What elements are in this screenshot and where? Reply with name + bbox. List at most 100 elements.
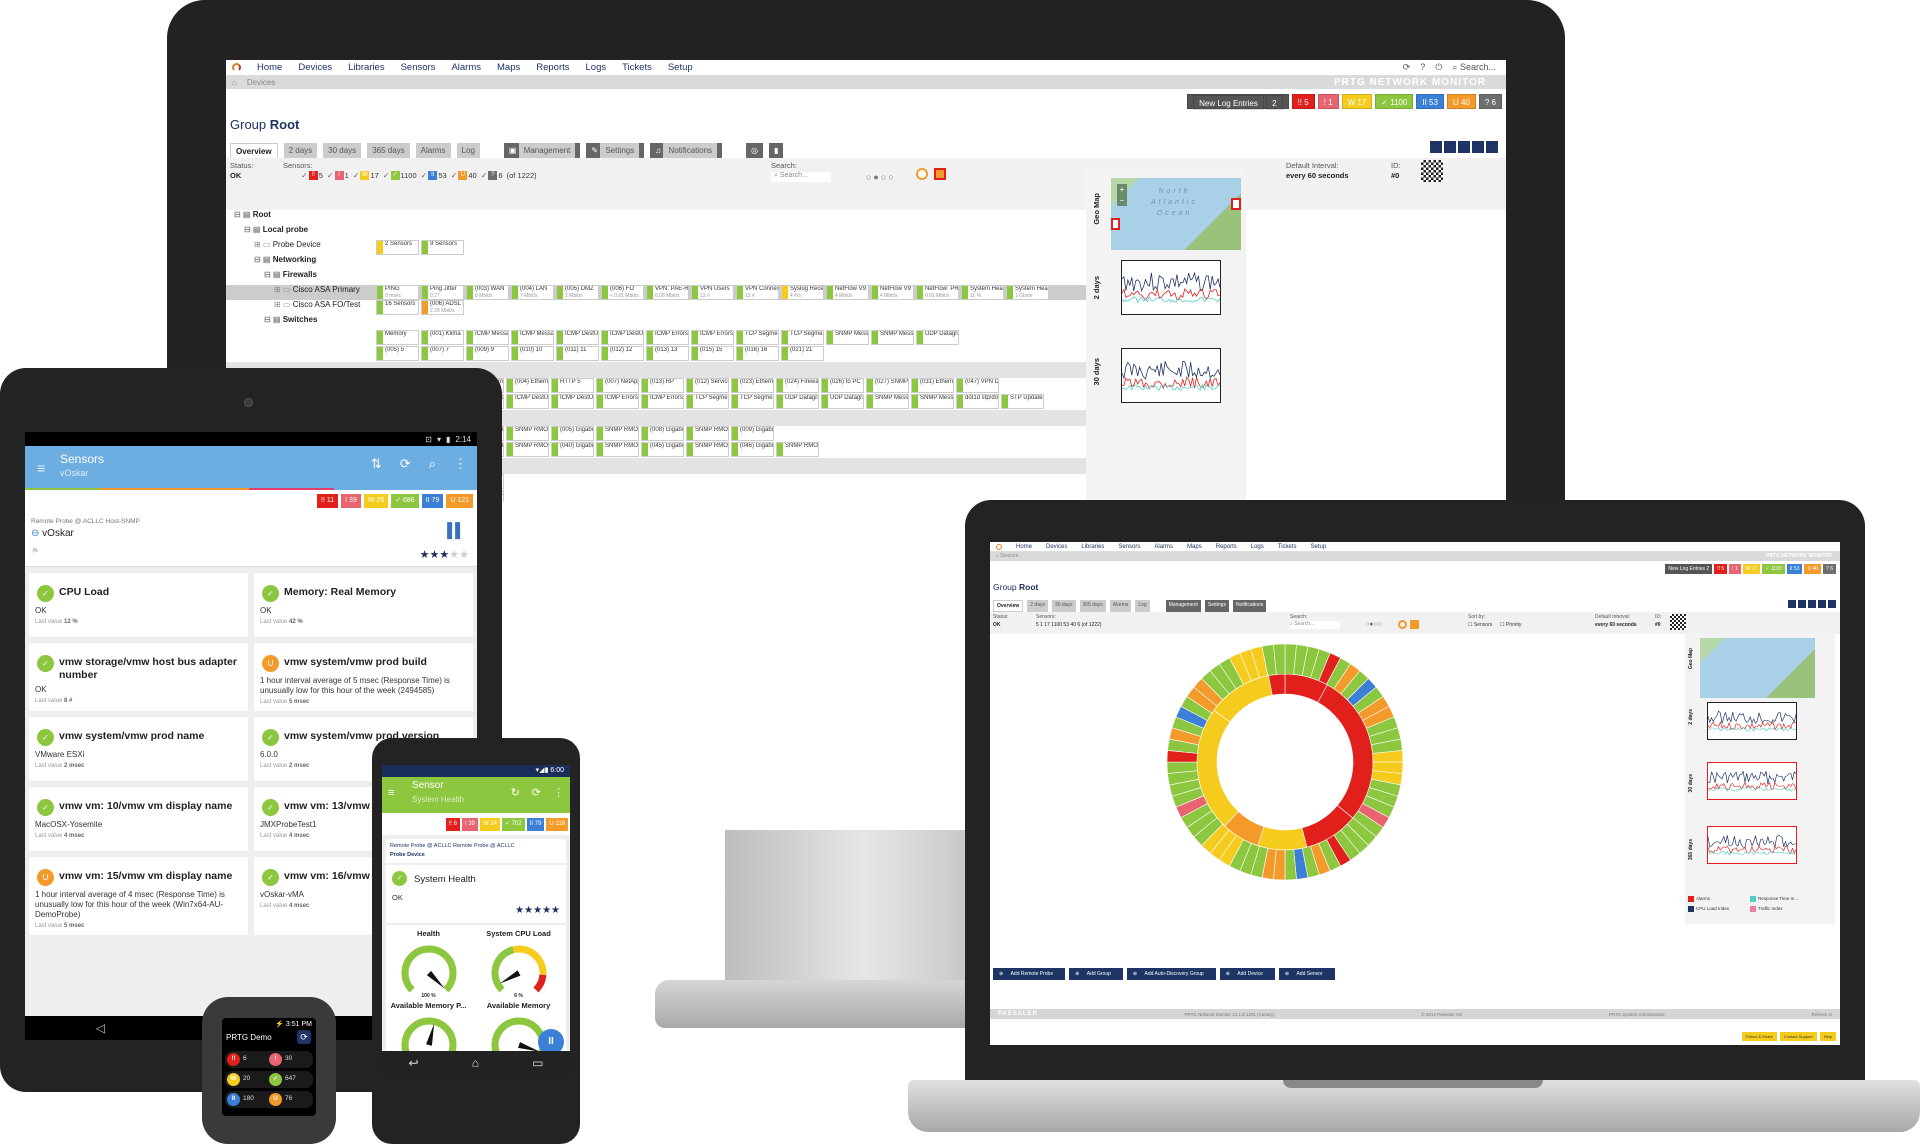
nav-devices[interactable]: Devices (298, 62, 332, 73)
pause-icon[interactable] (1788, 600, 1796, 608)
filter-search-input[interactable]: ⌕ Search... (1290, 621, 1340, 629)
add-sensor-button[interactable]: ⊕ Add Sensor (1278, 968, 1335, 980)
menu-icon[interactable]: ≡ (388, 787, 394, 799)
nav-setup[interactable]: Setup (1311, 544, 1327, 550)
30-days-chart[interactable] (1707, 762, 1797, 800)
badge-up[interactable]: ✓ 1100 (1762, 564, 1785, 574)
sensor-tile[interactable]: (009) Gigabit... (731, 426, 774, 441)
sensor-tile[interactable]: (024) Firewall 2 (776, 378, 819, 393)
badge-down-ack[interactable]: ! 1 (1729, 564, 1741, 574)
sensor-tile[interactable]: HTTP 5 (551, 378, 594, 393)
group-icon[interactable]: ⊟ ▤ (254, 255, 273, 264)
flag-icon[interactable]: ⚑ (31, 546, 39, 557)
nav-logs[interactable]: Logs (1251, 544, 1264, 550)
follow-share-button[interactable]: Follow & Share (1741, 1032, 1777, 1041)
pause-icon[interactable] (1430, 141, 1442, 153)
sensor-tile[interactable]: (006) ADSL p...2.29 Mbit/s (421, 300, 464, 315)
2-days-chart[interactable] (1707, 702, 1797, 740)
tree-row-group[interactable]: ⊟ ▤ Networking (226, 255, 1086, 270)
tree-row-group[interactable]: ⊟ ▤ Firewalls (226, 270, 1086, 285)
sensor-tile[interactable]: NetFlow V9 - ...4 Mbit/s (826, 285, 869, 300)
sensor-tile[interactable]: (008) Gigabit... (641, 426, 684, 441)
more-icon[interactable]: ⋮ (553, 786, 564, 799)
sensor-tile[interactable]: dot1d stp/do... (956, 394, 999, 409)
nav-tickets[interactable]: Tickets (622, 62, 652, 73)
sensor-tile[interactable]: STP Update E... (1001, 394, 1044, 409)
refresh-icon[interactable]: ⟳ (400, 456, 411, 472)
badge-down[interactable]: !! 11 (317, 494, 339, 508)
sensor-tile[interactable]: (012) 12 (601, 346, 644, 361)
down-ack-icon[interactable]: ! (269, 1053, 282, 1066)
sensor-tile[interactable]: (005) 5 (376, 346, 419, 361)
sensor-tile[interactable]: (012) Service ... (686, 378, 729, 393)
sensor-tile[interactable]: (027) SNMP ... (866, 378, 909, 393)
breadcrumb-devices[interactable]: Devices (247, 78, 275, 87)
tab-365-days[interactable]: 365 days (1079, 600, 1106, 612)
warning-icon[interactable]: W (227, 1073, 240, 1086)
sensor-tile[interactable]: ICMP DestUn... (506, 394, 549, 409)
sensor-summary[interactable]: 5 1 17 1100 53 40 6 (of 1222) (1036, 622, 1102, 628)
tree-node-name[interactable]: Probe Device (273, 240, 321, 249)
badge-up[interactable]: ✓ 686 (391, 494, 419, 508)
sensor-tile[interactable]: (003) WAN 8 Mbit/s (466, 285, 509, 300)
filter-down-ack[interactable]: ✓! 1 (327, 171, 349, 180)
sensor-tile[interactable]: (009) 9 (466, 346, 509, 361)
30-days-chart[interactable] (1121, 348, 1221, 403)
search-input[interactable]: ⌕ Search... (1452, 62, 1496, 73)
tree-node-name[interactable]: Cisco ASA Primary (293, 285, 360, 294)
sensor-tile[interactable]: (004) Ethern... (506, 378, 549, 393)
device-icon[interactable]: ⊞ ▭ (254, 240, 273, 249)
sensor-tile[interactable]: SNMP RMO... (596, 426, 639, 441)
tree-node-name[interactable]: Cisco ASA FO/Test (293, 300, 361, 309)
geo-map[interactable] (1700, 638, 1815, 698)
sensor-tile[interactable]: (047) VPN D... (956, 378, 999, 393)
tab-alarms[interactable]: Alarms (1109, 600, 1132, 612)
back-icon[interactable]: ↩ (409, 1056, 419, 1070)
refresh-icon[interactable] (1472, 141, 1484, 153)
sensor-tile[interactable]: (007) NetApp (596, 378, 639, 393)
tree-row-group[interactable]: ⊟ ▤ Local probe (226, 225, 1086, 240)
sensor-card[interactable]: ✓ vmw system/vmw prod name VMware ESXi Last… (29, 717, 248, 781)
2-days-chart[interactable] (1121, 260, 1221, 315)
tree-row-group[interactable]: ⊟ ▤ Switches (226, 315, 1086, 330)
filter-search-input[interactable]: ⌕ Search... (771, 172, 831, 182)
group-icon[interactable]: ⊟ ▤ (244, 225, 263, 234)
device-icon[interactable]: ⊞ ▭ (274, 285, 293, 294)
sensor-tile[interactable]: (013) 13 (646, 346, 689, 361)
sensor-tile[interactable]: 16 Sensors (376, 300, 419, 315)
filter-up[interactable]: ✓ ✓ 1100 (383, 171, 417, 180)
sensor-tile[interactable]: (016) 16 (736, 346, 779, 361)
group-icon[interactable]: ⊟ ▤ (264, 270, 283, 279)
breadcrumb-devices[interactable]: Devices (1000, 553, 1018, 559)
device-icon[interactable]: ⊞ ▭ (274, 300, 293, 309)
nav-tickets[interactable]: Tickets (1278, 544, 1297, 550)
tree-row-device[interactable]: ⊞ ▭ Probe Device 2 Sensors 9 Sensors (226, 240, 1086, 255)
print-icon[interactable] (1444, 141, 1456, 153)
badge-unusual[interactable]: U 40 (1446, 94, 1476, 109)
tab-2-days[interactable]: 2 days (1027, 600, 1048, 612)
zoom-controls[interactable]: + − (1117, 184, 1127, 206)
sensor-tile[interactable]: ICMP Messa... (466, 330, 509, 345)
priority-stars[interactable]: ★★★★★ (420, 548, 469, 561)
tree-node-name[interactable]: Local probe (263, 225, 308, 234)
up-icon[interactable]: ✓ (269, 1073, 282, 1086)
nav-logs[interactable]: Logs (586, 62, 607, 73)
unusual-icon[interactable]: U (269, 1093, 282, 1106)
365-days-chart[interactable] (1707, 826, 1797, 864)
badge-down-ack[interactable]: ! 39 (341, 494, 361, 508)
refresh-icon[interactable]: ⟳ (1403, 62, 1411, 73)
help-button[interactable]: Help (1819, 1032, 1836, 1041)
search-icon[interactable]: ⌕ (429, 456, 436, 472)
new-log-entries-button[interactable]: New Log Entries 2 (1665, 564, 1713, 574)
sensor-tile[interactable]: SNMP RMO... (506, 426, 549, 441)
sort-priority-checkbox[interactable]: ☐ Priority (1500, 622, 1521, 628)
sensor-tile[interactable]: ICMP Messa... (511, 330, 554, 345)
contact-support-button[interactable]: Contact Support (1779, 1032, 1817, 1041)
badge-unusual[interactable]: U 40 (1804, 564, 1822, 574)
refresh-icon[interactable]: ⟳ (532, 786, 541, 799)
filter-paused[interactable]: ✓ II 53 (421, 171, 447, 180)
filter-unknown[interactable]: ✓? 6 (481, 171, 503, 180)
sensor-tile[interactable]: ICMP Errors I... (596, 394, 639, 409)
geo-map[interactable]: North Atlantic Ocean + − (1111, 178, 1241, 250)
tab-log[interactable]: Log (1135, 600, 1150, 612)
